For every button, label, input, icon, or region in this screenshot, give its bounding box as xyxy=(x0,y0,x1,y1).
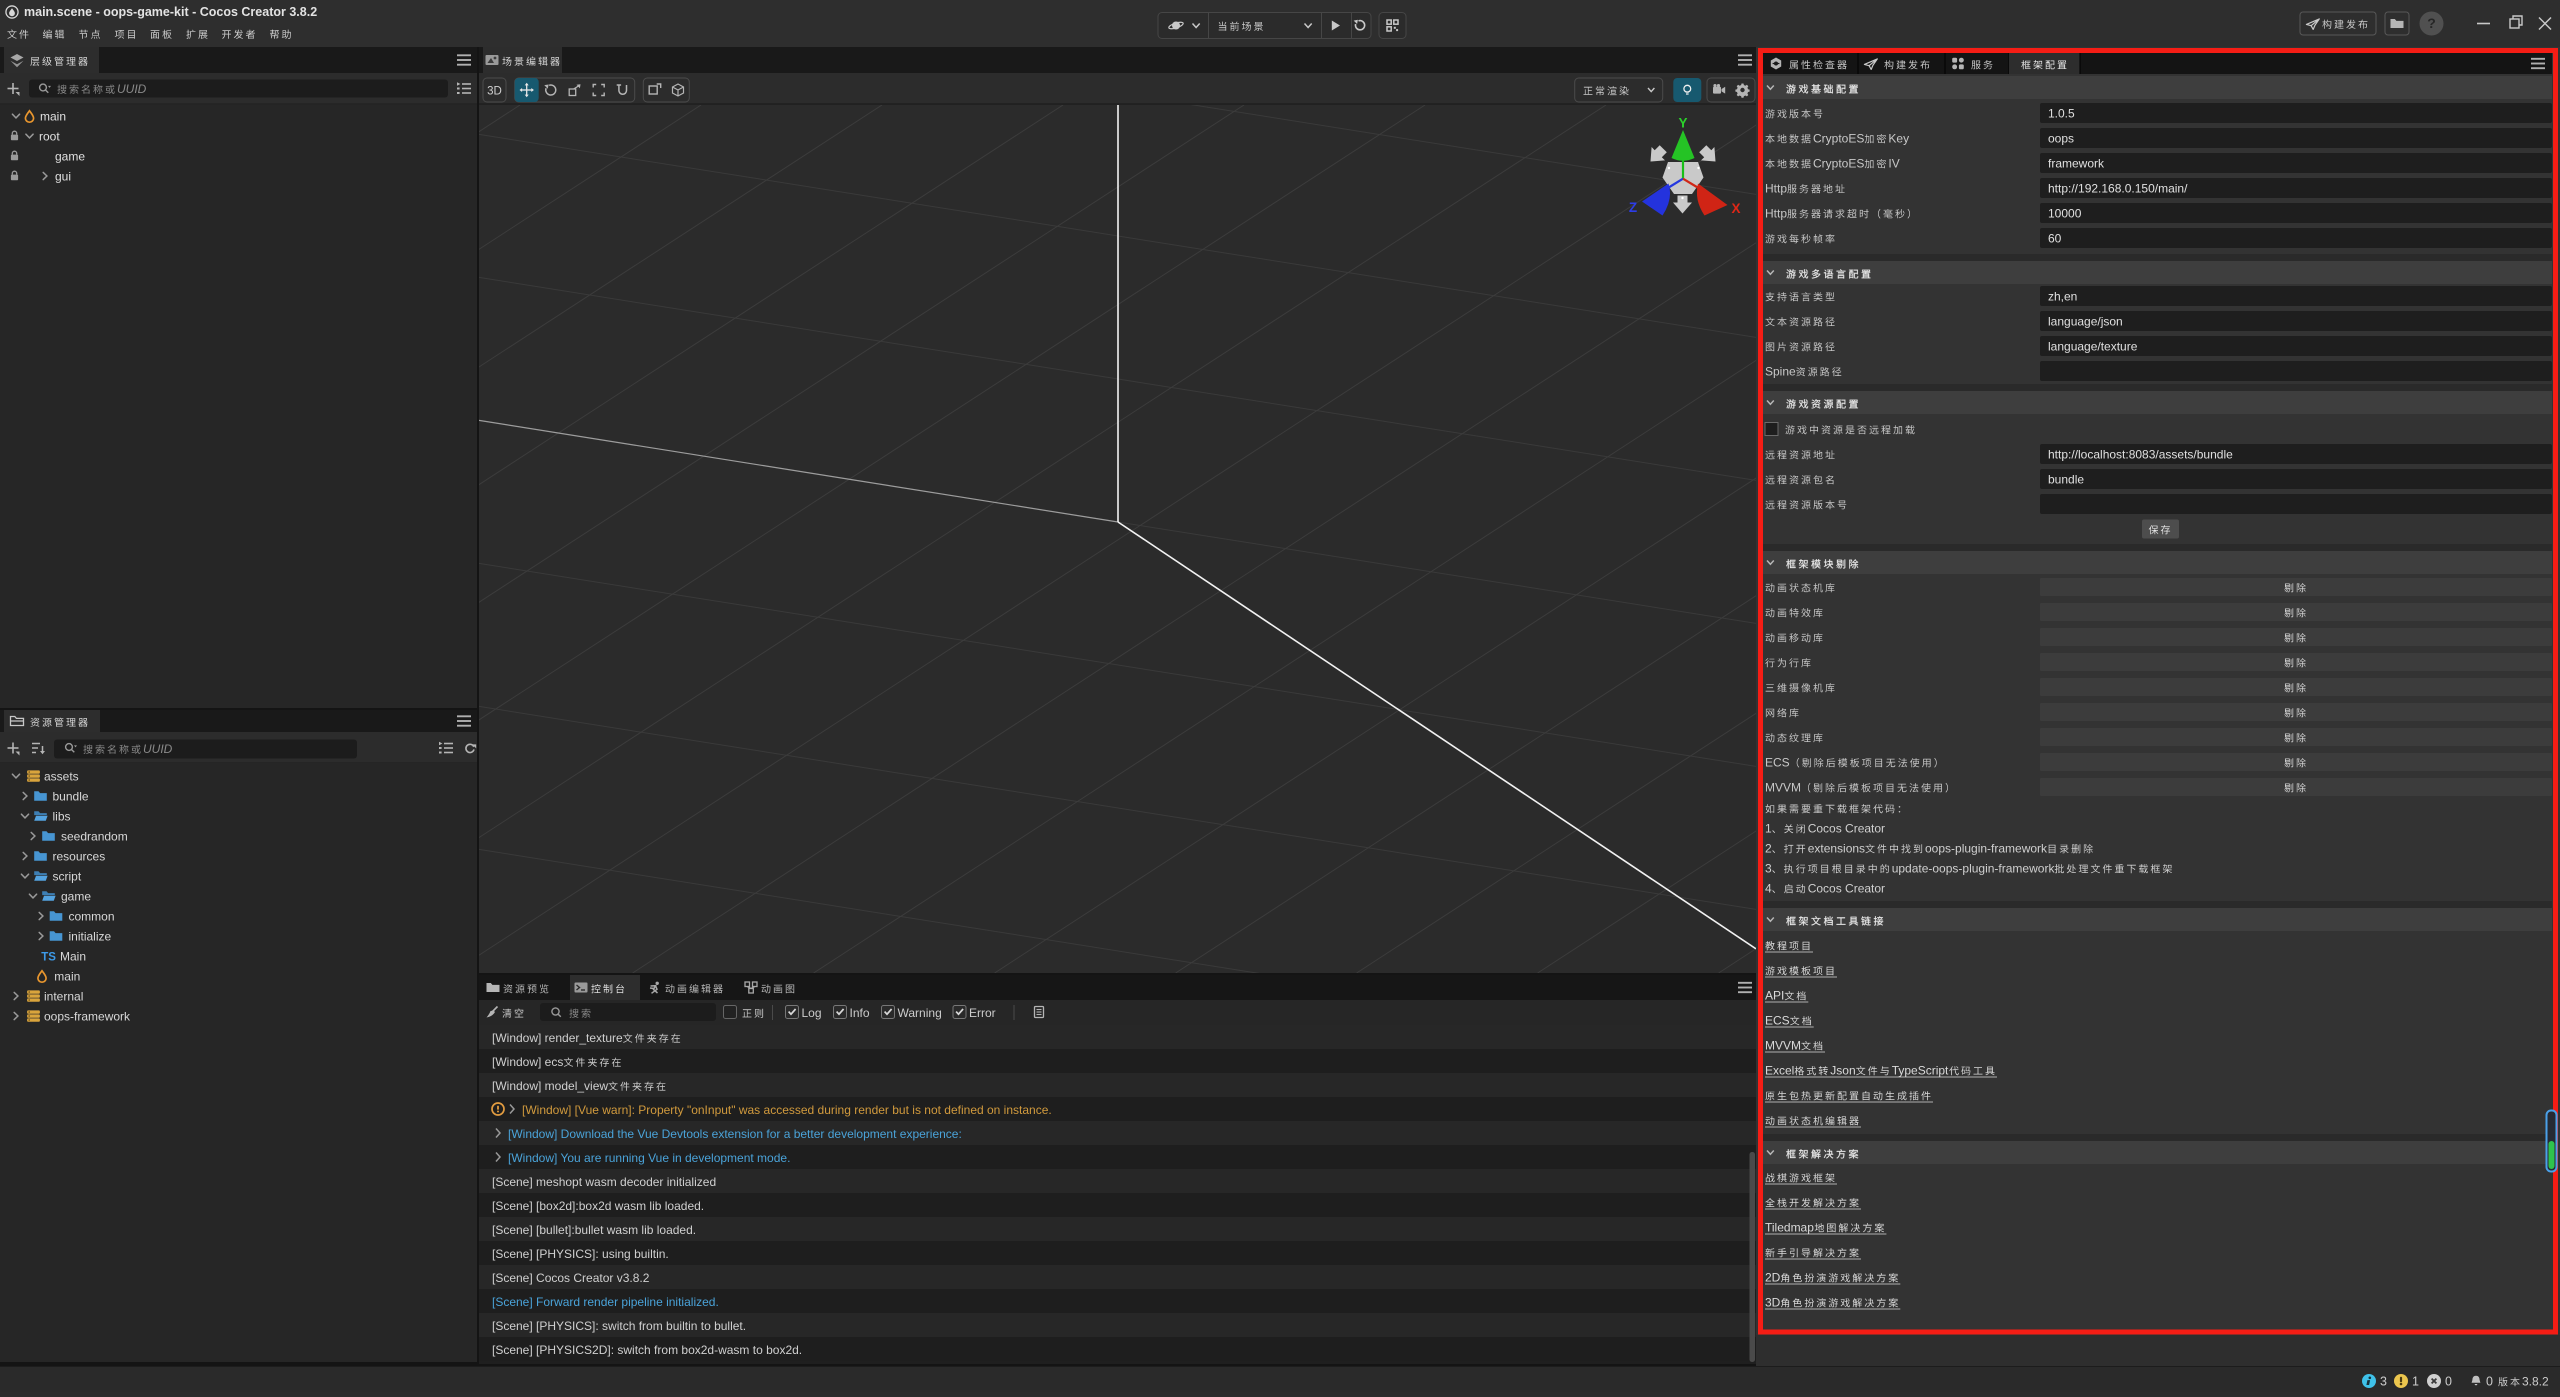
svg-text:zh,en: zh,en xyxy=(2048,290,2077,304)
svg-text:IV: IV xyxy=(1888,157,1899,171)
svg-text:common: common xyxy=(69,910,115,924)
svg-text:Http: Http xyxy=(1765,182,1787,196)
svg-text:Tiledmap: Tiledmap xyxy=(1765,1221,1814,1235)
svg-text:[Scene] Forward render pipelin: [Scene] Forward render pipeline initiali… xyxy=(492,1295,719,1309)
svg-text:3D: 3D xyxy=(1765,1296,1781,1310)
svg-text:UUID: UUID xyxy=(143,742,173,756)
svg-text:main: main xyxy=(54,970,80,984)
svg-text:0: 0 xyxy=(2445,1375,2452,1389)
svg-text:[Window] You are running Vue i: [Window] You are running Vue in developm… xyxy=(508,1151,790,1165)
svg-text:Main: Main xyxy=(60,950,86,964)
svg-text:ECS: ECS xyxy=(1765,1014,1790,1028)
svg-text:Http: Http xyxy=(1765,207,1787,221)
svg-text:4: 4 xyxy=(1765,882,1772,896)
svg-text:10000: 10000 xyxy=(2048,207,2082,221)
svg-text:gui: gui xyxy=(55,170,71,184)
svg-text:http://192.168.0.150/main/: http://192.168.0.150/main/ xyxy=(2048,182,2188,196)
svg-text:game: game xyxy=(55,150,85,164)
svg-text:Info: Info xyxy=(850,1006,870,1020)
svg-text:UUID: UUID xyxy=(117,82,147,96)
svg-text:update-oops-plugin-framework: update-oops-plugin-framework xyxy=(1892,862,2056,876)
svg-text:oops: oops xyxy=(2048,132,2074,146)
svg-text:language/texture: language/texture xyxy=(2048,340,2138,354)
svg-text:Cocos Creator: Cocos Creator xyxy=(1808,882,1885,896)
svg-text:assets: assets xyxy=(44,770,79,784)
svg-text:http://localhost:8083/assets/b: http://localhost:8083/assets/bundle xyxy=(2048,448,2233,462)
svg-text:Json: Json xyxy=(1830,1064,1855,1078)
svg-text:2: 2 xyxy=(1765,842,1772,856)
svg-text:?: ? xyxy=(2427,15,2436,31)
svg-text:1: 1 xyxy=(2412,1375,2419,1389)
svg-text:Log: Log xyxy=(802,1006,822,1020)
svg-text:X: X xyxy=(1732,201,1741,216)
svg-text:bundle: bundle xyxy=(2048,473,2084,487)
svg-text:root: root xyxy=(39,130,60,144)
svg-text:1.0.5: 1.0.5 xyxy=(2048,107,2075,121)
svg-text:ECS: ECS xyxy=(1765,756,1790,770)
svg-text:1: 1 xyxy=(1765,822,1772,836)
svg-text:Z: Z xyxy=(1629,200,1637,215)
svg-text:Key: Key xyxy=(1888,132,1909,146)
svg-text:[Window] ecs: [Window] ecs xyxy=(492,1055,563,1069)
svg-text:[Scene] [PHYSICS]: using built: [Scene] [PHYSICS]: using builtin. xyxy=(492,1247,669,1261)
svg-text:oops-plugin-framework: oops-plugin-framework xyxy=(1925,842,2048,856)
svg-text:Excel: Excel xyxy=(1765,1064,1794,1078)
svg-text:3.8.2: 3.8.2 xyxy=(2522,1375,2549,1389)
svg-text:[Scene] [PHYSICS2D]: switch fr: [Scene] [PHYSICS2D]: switch from box2d-w… xyxy=(492,1343,802,1357)
svg-text:MVVM: MVVM xyxy=(1765,781,1801,795)
svg-text:libs: libs xyxy=(53,810,71,824)
svg-text:[Scene] Cocos Creator v3.8.2: [Scene] Cocos Creator v3.8.2 xyxy=(492,1271,650,1285)
svg-text:bundle: bundle xyxy=(53,790,89,804)
svg-text:oops-framework: oops-framework xyxy=(44,1010,131,1024)
svg-text:Error: Error xyxy=(969,1006,996,1020)
svg-text:resources: resources xyxy=(53,850,106,864)
svg-text:extensions: extensions xyxy=(1808,842,1865,856)
svg-text:3: 3 xyxy=(1765,862,1772,876)
svg-text:game: game xyxy=(61,890,91,904)
svg-text:[Scene] meshopt wasm decoder i: [Scene] meshopt wasm decoder initialized xyxy=(492,1175,716,1189)
svg-text:2D: 2D xyxy=(1765,1271,1781,1285)
svg-text:[Window] render_texture: [Window] render_texture xyxy=(492,1031,623,1045)
svg-text:language/json: language/json xyxy=(2048,315,2123,329)
svg-text:CryptoES: CryptoES xyxy=(1813,132,1864,146)
svg-text:initialize: initialize xyxy=(69,930,112,944)
svg-text:framework: framework xyxy=(2048,157,2105,171)
svg-text:API: API xyxy=(1765,989,1784,1003)
svg-text:3: 3 xyxy=(2380,1375,2387,1389)
svg-text:main: main xyxy=(40,110,66,124)
svg-text:[Scene] [bullet]:bullet wasm l: [Scene] [bullet]:bullet wasm lib loaded. xyxy=(492,1223,696,1237)
svg-text:MVVM: MVVM xyxy=(1765,1039,1801,1053)
svg-text:seedrandom: seedrandom xyxy=(61,830,128,844)
svg-text:TS: TS xyxy=(41,951,56,963)
svg-text:[Window] [Vue warn]: Property: [Window] [Vue warn]: Property "onInput" … xyxy=(522,1103,1052,1117)
svg-text:Cocos Creator: Cocos Creator xyxy=(1808,822,1885,836)
svg-text:Spine: Spine xyxy=(1765,365,1796,379)
svg-text:main.scene - oops-game-kit - C: main.scene - oops-game-kit - Cocos Creat… xyxy=(24,5,317,19)
svg-text:script: script xyxy=(53,870,82,884)
svg-text:Y: Y xyxy=(1679,116,1688,131)
svg-text:[Window] Download the Vue Devt: [Window] Download the Vue Devtools exten… xyxy=(508,1127,962,1141)
svg-text:60: 60 xyxy=(2048,232,2062,246)
svg-text:Warning: Warning xyxy=(898,1006,942,1020)
svg-text:[Scene] [box2d]:box2d wasm lib: [Scene] [box2d]:box2d wasm lib loaded. xyxy=(492,1199,704,1213)
svg-text:[Window] model_view: [Window] model_view xyxy=(492,1079,608,1093)
svg-text:internal: internal xyxy=(44,990,83,1004)
svg-text:[Scene] [PHYSICS]: switch from: [Scene] [PHYSICS]: switch from builtin t… xyxy=(492,1319,746,1333)
svg-text:0: 0 xyxy=(2486,1375,2493,1389)
svg-text:TypeScript: TypeScript xyxy=(1892,1064,1949,1078)
svg-text:3D: 3D xyxy=(487,85,502,97)
svg-text:CryptoES: CryptoES xyxy=(1813,157,1864,171)
